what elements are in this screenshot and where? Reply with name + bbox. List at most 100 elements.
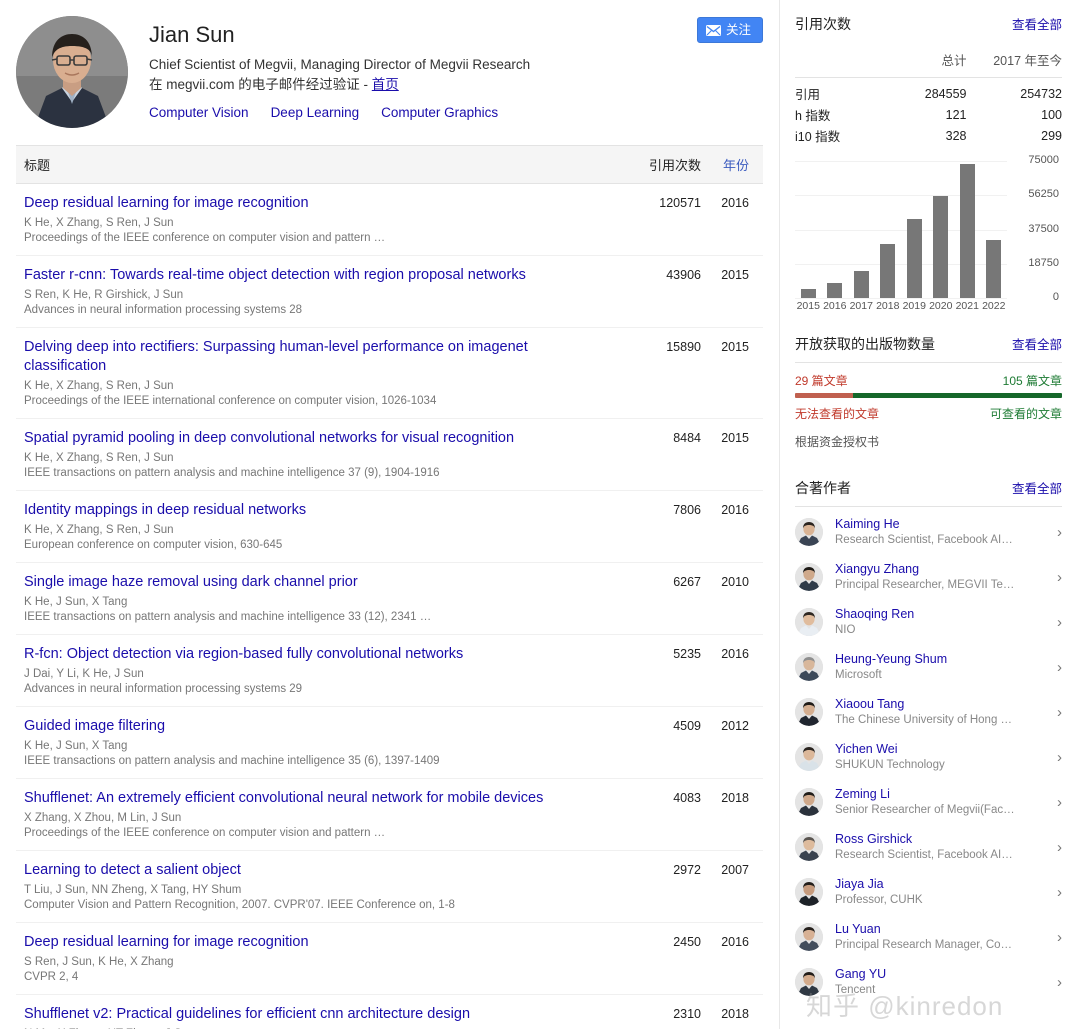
column-header-cited-by[interactable]: 引用次数 xyxy=(615,146,701,184)
coauthor-text: Gang YUTencent xyxy=(835,966,1048,998)
article-cited-by-count[interactable]: 15890 xyxy=(615,328,701,419)
table-row: Deep residual learning for image recogni… xyxy=(16,923,763,995)
chevron-right-icon[interactable]: › xyxy=(1048,884,1062,901)
article-title-link[interactable]: Learning to detect a salient object xyxy=(24,861,599,880)
article-cited-by-count[interactable]: 43906 xyxy=(615,256,701,328)
chevron-right-icon[interactable]: › xyxy=(1048,839,1062,856)
article-venue: Advances in neural information processin… xyxy=(24,682,599,697)
article-cited-by-count[interactable]: 7806 xyxy=(615,491,701,563)
article-authors: X Zhang, X Zhou, M Lin, J Sun xyxy=(24,811,599,826)
coauthors-view-all-link[interactable]: 查看全部 xyxy=(1012,478,1062,497)
list-item[interactable]: Gang YUTencent› xyxy=(795,959,1062,1004)
chart-bar[interactable] xyxy=(907,219,922,298)
list-item[interactable]: Xiangyu ZhangPrincipal Researcher, MEGVI… xyxy=(795,554,1062,599)
chart-bar[interactable] xyxy=(986,240,1001,298)
article-title-link[interactable]: Spatial pyramid pooling in deep convolut… xyxy=(24,429,599,448)
coauthor-name[interactable]: Kaiming He xyxy=(835,516,1048,532)
coauthors-header: 合著作者 查看全部 xyxy=(795,478,1062,506)
chart-y-label: 18750 xyxy=(1028,257,1059,269)
article-title-link[interactable]: Identity mappings in deep residual netwo… xyxy=(24,501,599,520)
coauthor-text: Xiaoou TangThe Chinese University of Hon… xyxy=(835,696,1048,728)
list-item[interactable]: Shaoqing RenNIO› xyxy=(795,599,1062,644)
coauthor-name[interactable]: Zeming Li xyxy=(835,786,1048,802)
chart-bar[interactable] xyxy=(933,196,948,298)
open-access-view-all-link[interactable]: 查看全部 xyxy=(1012,334,1062,353)
article-title-link[interactable]: Deep residual learning for image recogni… xyxy=(24,194,599,213)
article-cited-by-count[interactable]: 4509 xyxy=(615,707,701,779)
chart-bar[interactable] xyxy=(880,244,895,298)
coauthor-name[interactable]: Yichen Wei xyxy=(835,741,1048,757)
coauthor-name[interactable]: Gang YU xyxy=(835,966,1048,982)
article-title-link[interactable]: R-fcn: Object detection via region-based… xyxy=(24,645,599,664)
interest-computer-graphics[interactable]: Computer Graphics xyxy=(381,105,498,120)
avatar[interactable] xyxy=(16,16,128,128)
chart-bar[interactable] xyxy=(801,289,816,298)
article-title-link[interactable]: Guided image filtering xyxy=(24,717,599,736)
chevron-right-icon[interactable]: › xyxy=(1048,974,1062,991)
column-header-title-label: 标题 xyxy=(24,158,50,173)
article-cell-title: Deep residual learning for image recogni… xyxy=(16,923,615,995)
article-cited-by-count[interactable]: 6267 xyxy=(615,563,701,635)
coauthor-name[interactable]: Lu Yuan xyxy=(835,921,1048,937)
table-row: Learning to detect a salient objectT Liu… xyxy=(16,851,763,923)
table-row: Spatial pyramid pooling in deep convolut… xyxy=(16,419,763,491)
article-cell-title: Learning to detect a salient objectT Liu… xyxy=(16,851,615,923)
article-title-link[interactable]: Shufflenet v2: Practical guidelines for … xyxy=(24,1005,599,1024)
column-header-year-label[interactable]: 年份 xyxy=(723,158,749,173)
avatar xyxy=(795,743,823,771)
article-title-link[interactable]: Deep residual learning for image recogni… xyxy=(24,933,599,952)
avatar xyxy=(795,698,823,726)
coauthor-name[interactable]: Shaoqing Ren xyxy=(835,606,1048,622)
chevron-right-icon[interactable]: › xyxy=(1048,569,1062,586)
article-cited-by-count[interactable]: 8484 xyxy=(615,419,701,491)
chart-bar[interactable] xyxy=(827,283,842,298)
articles-table-body: Deep residual learning for image recogni… xyxy=(16,184,763,1029)
list-item[interactable]: Yichen WeiSHUKUN Technology› xyxy=(795,734,1062,779)
interest-deep-learning[interactable]: Deep Learning xyxy=(271,105,360,120)
chevron-right-icon[interactable]: › xyxy=(1048,659,1062,676)
chevron-right-icon[interactable]: › xyxy=(1048,794,1062,811)
chevron-right-icon[interactable]: › xyxy=(1048,614,1062,631)
article-venue: IEEE transactions on pattern analysis an… xyxy=(24,610,599,625)
list-item[interactable]: Zeming LiSenior Researcher of Megvii(Fac… xyxy=(795,779,1062,824)
chart-bar[interactable] xyxy=(960,164,975,298)
article-year: 2007 xyxy=(701,851,763,923)
follow-button[interactable]: 关注 xyxy=(697,17,763,43)
column-header-cited-by-label[interactable]: 引用次数 xyxy=(649,158,701,173)
homepage-link[interactable]: 首页 xyxy=(372,77,399,92)
list-item[interactable]: Heung-Yeung ShumMicrosoft› xyxy=(795,644,1062,689)
coauthor-name[interactable]: Xiangyu Zhang xyxy=(835,561,1048,577)
chevron-right-icon[interactable]: › xyxy=(1048,524,1062,541)
chevron-right-icon[interactable]: › xyxy=(1048,749,1062,766)
article-cited-by-count[interactable]: 120571 xyxy=(615,184,701,256)
list-item[interactable]: Lu YuanPrincipal Research Manager, Co…› xyxy=(795,914,1062,959)
chevron-right-icon[interactable]: › xyxy=(1048,704,1062,721)
coauthor-name[interactable]: Xiaoou Tang xyxy=(835,696,1048,712)
table-row: Deep residual learning for image recogni… xyxy=(16,184,763,256)
article-cited-by-count[interactable]: 2310 xyxy=(615,995,701,1029)
list-item[interactable]: Jiaya JiaProfessor, CUHK› xyxy=(795,869,1062,914)
article-year: 2015 xyxy=(701,256,763,328)
article-cited-by-count[interactable]: 2972 xyxy=(615,851,701,923)
article-title-link[interactable]: Shufflenet: An extremely efficient convo… xyxy=(24,789,599,808)
article-cited-by-count[interactable]: 2450 xyxy=(615,923,701,995)
envelope-icon xyxy=(706,25,721,36)
citations-view-all-link[interactable]: 查看全部 xyxy=(1012,14,1062,33)
article-title-link[interactable]: Faster r-cnn: Towards real-time object d… xyxy=(24,266,599,285)
article-year: 2015 xyxy=(701,419,763,491)
coauthor-name[interactable]: Ross Girshick xyxy=(835,831,1048,847)
coauthor-name[interactable]: Jiaya Jia xyxy=(835,876,1048,892)
chevron-right-icon[interactable]: › xyxy=(1048,929,1062,946)
article-cited-by-count[interactable]: 5235 xyxy=(615,635,701,707)
list-item[interactable]: Kaiming HeResearch Scientist, Facebook A… xyxy=(795,509,1062,554)
column-header-year[interactable]: 年份 xyxy=(701,146,763,184)
list-item[interactable]: Ross GirshickResearch Scientist, Faceboo… xyxy=(795,824,1062,869)
article-title-link[interactable]: Delving deep into rectifiers: Surpassing… xyxy=(24,338,599,376)
article-title-link[interactable]: Single image haze removal using dark cha… xyxy=(24,573,599,592)
article-cited-by-count[interactable]: 4083 xyxy=(615,779,701,851)
interest-computer-vision[interactable]: Computer Vision xyxy=(149,105,249,120)
coauthor-name[interactable]: Heung-Yeung Shum xyxy=(835,651,1048,667)
list-item[interactable]: Xiaoou TangThe Chinese University of Hon… xyxy=(795,689,1062,734)
chart-x-label: 2015 xyxy=(795,300,821,312)
chart-bar[interactable] xyxy=(854,271,869,298)
